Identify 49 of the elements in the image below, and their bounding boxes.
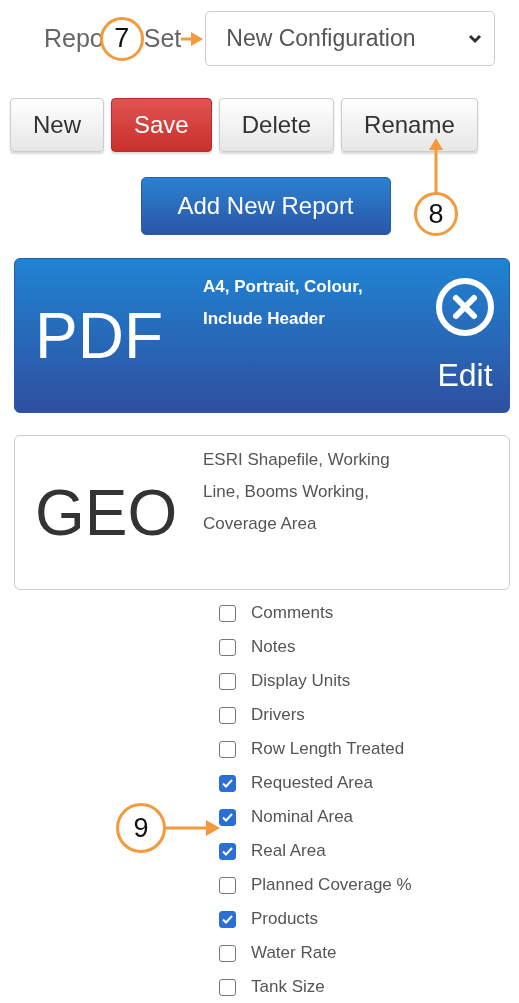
checkmark-icon [222,914,233,924]
edit-link[interactable]: Edit [437,357,493,394]
option-label: Real Area [251,841,326,861]
chevron-down-icon [468,33,483,44]
checkbox[interactable] [219,706,236,724]
option-label: Tank Size [251,977,325,997]
checkbox[interactable] [219,944,236,962]
callout-marker: 8 [414,192,458,236]
report-description: A4, Portrait, Colour, Include Header [203,276,364,330]
report-card[interactable]: PDF A4, Portrait, Colour, Include Header Edit [14,258,510,413]
option-label: Nominal Area [251,807,354,827]
close-icon[interactable] [435,277,495,337]
report-set-select[interactable]: New Configuration [205,11,496,66]
add-report-button[interactable]: Add New Report [140,177,391,235]
toolbar-button[interactable]: Delete [218,98,335,152]
option-label: Display Units [251,671,351,691]
checkmark-icon [222,846,233,856]
checkbox[interactable] [219,842,236,860]
toolbar-button[interactable]: Rename [341,98,478,152]
save-button[interactable]: Save [111,98,212,152]
format-label: PDF [35,298,163,373]
option-label: Requested Area [251,773,373,793]
checkbox[interactable] [219,638,236,656]
checkbox[interactable] [219,876,236,894]
arrow-icon [428,138,444,194]
arrow-icon [166,819,220,837]
option-label: Row Length Treated [251,739,405,759]
report-description: ESRI Shapefile, Working Line, Booms Working, Coverage Area [203,449,391,535]
checkmark-icon [222,812,233,822]
callout-marker: 9 [116,803,166,853]
format-label: GEO [35,475,178,550]
option-label: Drivers [251,705,305,725]
option-label: Water Rate [251,943,337,963]
checkbox[interactable] [219,774,236,792]
checkbox[interactable] [219,672,236,690]
checkbox[interactable] [219,604,236,622]
report-card[interactable]: GEO ESRI Shapefile, Working Line, Booms Working, Coverage Area [14,435,510,590]
checkmark-icon [222,778,233,788]
toolbar-button[interactable]: New [10,98,104,152]
field-label: Set [143,24,182,53]
checkbox[interactable] [219,808,236,826]
arrow-icon [181,30,204,47]
option-label: Notes [251,637,296,657]
checkbox[interactable] [219,910,236,928]
option-label: Planned Coverage % [251,875,412,895]
checkbox[interactable] [219,740,236,758]
option-label: Products [251,909,319,929]
checkbox[interactable] [219,978,236,996]
option-label: Comments [251,603,334,623]
